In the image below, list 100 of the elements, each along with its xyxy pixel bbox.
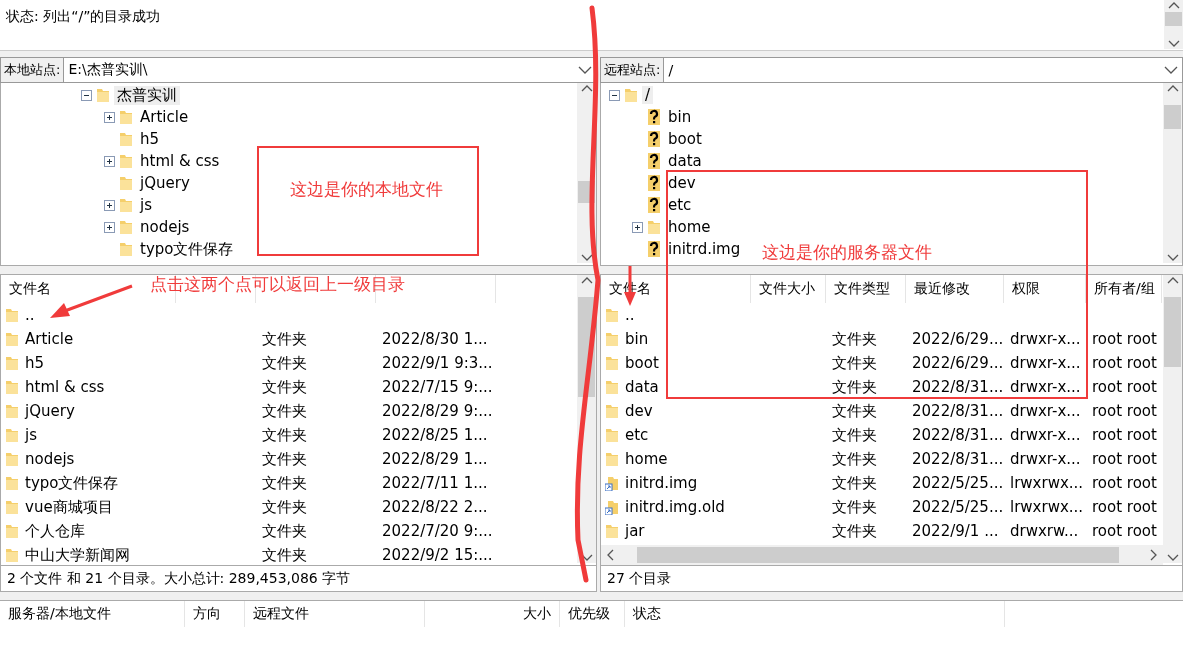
table-cell: 2022/9/1 9:3... — [382, 354, 493, 372]
tree-item[interactable]: html & css — [137, 152, 223, 170]
site-label: 本地站点: — [1, 58, 65, 82]
tree-item[interactable]: typo文件保存 — [137, 239, 237, 259]
column-header[interactable]: 文件类型 — [834, 280, 890, 298]
file-name[interactable]: Article — [25, 330, 74, 348]
scrollbar[interactable] — [1163, 83, 1182, 263]
file-name[interactable]: html & css — [25, 378, 105, 396]
file-name[interactable]: dev — [625, 402, 653, 420]
tree-item[interactable]: nodejs — [137, 218, 193, 236]
column-header[interactable]: 优先级 — [560, 601, 625, 627]
scrollbar-thumb[interactable] — [1164, 105, 1181, 129]
dropdown-icon[interactable] — [578, 65, 592, 75]
folder-icon — [605, 427, 619, 443]
collapse-icon[interactable] — [609, 89, 620, 101]
table-cell: 2022/7/15 9:... — [382, 378, 493, 396]
path-field[interactable]: / — [664, 62, 1164, 78]
tree-item[interactable]: dev — [665, 174, 699, 192]
table-cell: 文件夹 — [832, 329, 877, 348]
table-cell: root root — [1092, 378, 1157, 396]
file-name[interactable]: .. — [625, 306, 635, 324]
file-name[interactable]: js — [25, 426, 37, 444]
table-cell: drwxr-x... — [1010, 426, 1081, 444]
file-name[interactable]: bin — [625, 330, 649, 348]
file-name[interactable]: .. — [25, 306, 35, 324]
dropdown-icon[interactable] — [1164, 65, 1178, 75]
file-name[interactable]: jQuery — [25, 402, 75, 420]
file-name[interactable]: typo文件保存 — [25, 473, 119, 493]
expand-icon[interactable] — [632, 221, 643, 233]
scrollbar[interactable] — [1164, 0, 1183, 49]
expand-icon[interactable] — [104, 199, 115, 211]
table-cell: 文件夹 — [832, 377, 877, 396]
column-header[interactable]: 状态 — [625, 601, 1005, 627]
file-name[interactable]: etc — [625, 426, 649, 444]
tree-item[interactable]: h5 — [137, 130, 163, 148]
file-name[interactable]: initrd.img — [625, 474, 698, 492]
question-mark-icon — [647, 174, 661, 192]
column-header[interactable]: 最近修改 — [914, 280, 970, 298]
scroll-up-icon[interactable] — [1167, 0, 1180, 10]
file-name[interactable]: 个人仓库 — [25, 521, 85, 541]
folder-icon — [647, 219, 661, 235]
scrollbar[interactable] — [1163, 275, 1182, 563]
column-header[interactable]: 远程文件 — [245, 601, 425, 627]
annotation-text: 点击这两个点可以返回上一级目录 — [150, 273, 405, 296]
scrollbar-thumb[interactable] — [637, 547, 1119, 563]
tree-item[interactable]: etc — [665, 196, 695, 214]
scroll-down-icon[interactable] — [1167, 39, 1180, 49]
table-cell: drwxrw... — [1010, 522, 1079, 540]
file-name[interactable]: home — [625, 450, 668, 468]
file-name[interactable]: h5 — [25, 354, 45, 372]
tree-item[interactable]: / — [642, 86, 654, 104]
scroll-up-icon[interactable] — [1166, 83, 1179, 93]
file-name[interactable]: jar — [625, 522, 645, 540]
table-cell: lrwxrwx... — [1010, 474, 1084, 492]
tree-item[interactable]: 杰普实训 — [114, 85, 180, 105]
scrollbar-thumb[interactable] — [1165, 12, 1182, 26]
expand-icon[interactable] — [104, 155, 115, 167]
expand-icon[interactable] — [104, 221, 115, 233]
tree-item[interactable]: home — [665, 218, 714, 236]
file-name[interactable]: vue商城项目 — [25, 497, 113, 517]
scroll-down-icon[interactable] — [1166, 253, 1179, 263]
log-line: 状态: 列出“/”的目录成功 — [6, 8, 162, 26]
expand-icon[interactable] — [104, 111, 115, 123]
folder-icon — [5, 427, 19, 443]
tree-item[interactable]: boot — [665, 130, 705, 148]
file-name[interactable]: data — [625, 378, 659, 396]
site-label: 远程站点: — [601, 58, 665, 82]
tree-item[interactable]: initrd.img — [665, 240, 744, 258]
file-name[interactable]: nodejs — [25, 450, 75, 468]
file-name[interactable]: initrd.img.old — [625, 498, 725, 516]
path-field[interactable]: E:\杰普实训\ — [64, 61, 578, 79]
column-header[interactable]: 文件名 — [9, 280, 51, 298]
column-header[interactable]: 服务器/本地文件 — [0, 601, 185, 627]
scrollbar-thumb[interactable] — [1164, 297, 1181, 367]
column-header[interactable]: 权限 — [1012, 280, 1040, 298]
scroll-up-icon[interactable] — [580, 83, 593, 93]
tree-item[interactable]: data — [665, 152, 705, 170]
scroll-up-icon[interactable] — [1166, 275, 1179, 285]
tree-item[interactable]: bin — [665, 108, 695, 126]
column-header[interactable]: 方向 — [185, 601, 245, 627]
folder-icon — [5, 523, 19, 539]
collapse-icon[interactable] — [81, 89, 92, 101]
scroll-down-icon[interactable] — [1166, 553, 1179, 563]
folder-icon — [119, 109, 133, 125]
table-cell: drwxr-x... — [1010, 402, 1081, 420]
file-name[interactable]: 中山大学新闻网 — [25, 545, 130, 565]
tree-item[interactable]: js — [137, 196, 155, 214]
tree-item[interactable]: jQuery — [137, 174, 193, 192]
scroll-up-icon[interactable] — [580, 275, 593, 285]
horizontal-scrollbar[interactable] — [601, 545, 1163, 565]
table-cell: root root — [1092, 330, 1157, 348]
folder-icon — [5, 451, 19, 467]
column-header[interactable]: 所有者/组 — [1094, 280, 1155, 298]
column-header[interactable]: 大小 — [425, 601, 560, 627]
column-header[interactable]: 文件大小 — [759, 280, 815, 298]
tree-item[interactable]: Article — [137, 108, 192, 126]
table-cell: root root — [1092, 450, 1157, 468]
folder-icon — [624, 87, 638, 103]
scroll-down-icon[interactable] — [580, 253, 593, 263]
file-name[interactable]: boot — [625, 354, 659, 372]
